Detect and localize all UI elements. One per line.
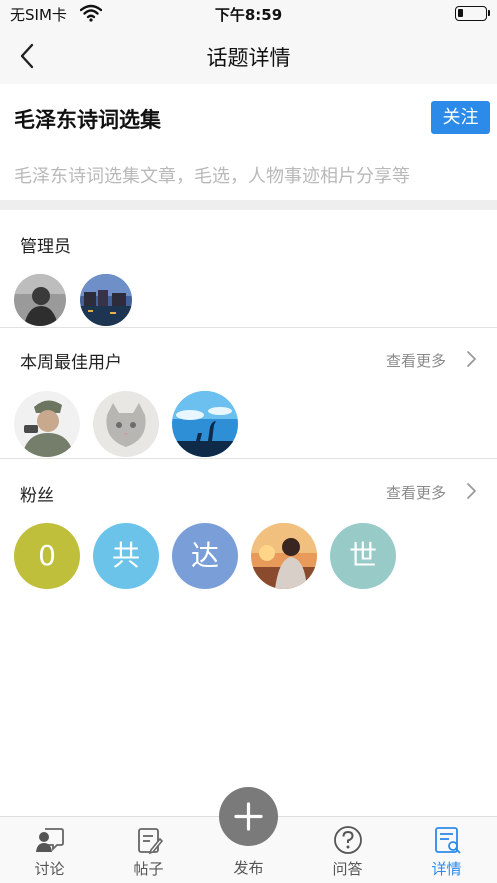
- admins-section: 管理员: [0, 210, 497, 327]
- best-users-title: 本周最佳用户: [20, 353, 122, 373]
- best-user-avatar[interactable]: [172, 391, 238, 457]
- fan-avatar[interactable]: 世: [330, 523, 396, 589]
- chevron-right-icon[interactable]: [466, 482, 478, 504]
- chevron-right-icon[interactable]: [466, 350, 478, 372]
- tab-label: 详情: [431, 860, 462, 878]
- discussion-icon: [35, 825, 65, 855]
- battery-icon: [455, 6, 487, 21]
- best-user-avatar[interactable]: [14, 391, 80, 457]
- fans-title: 粉丝: [20, 486, 54, 506]
- battery-cap: [488, 10, 490, 16]
- tab-details[interactable]: 详情: [397, 817, 496, 883]
- topic-detail-screen: 无SIM卡 下午8:59 话题详情 毛泽东诗词选集 关注 毛泽东诗词选集文章，毛…: [0, 0, 497, 883]
- follow-button[interactable]: 关注: [431, 101, 490, 134]
- admins-title: 管理员: [20, 237, 71, 257]
- publish-button[interactable]: [219, 787, 278, 846]
- tab-posts[interactable]: 帖子: [99, 817, 198, 883]
- topic-description: 毛泽东诗词选集文章，毛选，人物事迹相片分享等: [14, 166, 410, 187]
- page-title: 话题详情: [206, 46, 291, 70]
- topic-title: 毛泽东诗词选集: [14, 108, 161, 132]
- publish-label: 发布: [233, 859, 264, 877]
- post-icon: [134, 825, 164, 855]
- navigation-bar: 话题详情: [0, 28, 497, 84]
- fans-see-more-link[interactable]: 查看更多: [386, 482, 446, 503]
- best-users-see-more-link[interactable]: 查看更多: [386, 350, 446, 371]
- fan-avatar[interactable]: 共: [93, 523, 159, 589]
- fan-avatar[interactable]: 0: [14, 523, 80, 589]
- tab-label: 问答: [332, 860, 363, 878]
- status-bar: 无SIM卡 下午8:59: [0, 0, 497, 28]
- tab-discussion[interactable]: 讨论: [0, 817, 99, 883]
- details-icon: [432, 825, 462, 855]
- tab-label: 帖子: [133, 860, 164, 878]
- fan-avatar[interactable]: [251, 523, 317, 589]
- tab-label: 讨论: [34, 860, 65, 878]
- best-users-section: 本周最佳用户 查看更多: [0, 328, 497, 458]
- fan-avatar[interactable]: 达: [172, 523, 238, 589]
- plus-icon: [234, 802, 263, 831]
- fans-section: 粉丝 查看更多 0 共 达 世: [0, 459, 497, 599]
- admin-avatar[interactable]: [80, 274, 132, 326]
- admin-avatar[interactable]: [14, 274, 66, 326]
- best-user-avatar[interactable]: [93, 391, 159, 457]
- tab-qa[interactable]: 问答: [298, 817, 397, 883]
- topic-header: 毛泽东诗词选集 关注 毛泽东诗词选集文章，毛选，人物事迹相片分享等: [0, 84, 497, 200]
- question-icon: [333, 825, 363, 855]
- clock: 下午8:59: [214, 6, 283, 24]
- section-separator: [0, 200, 497, 210]
